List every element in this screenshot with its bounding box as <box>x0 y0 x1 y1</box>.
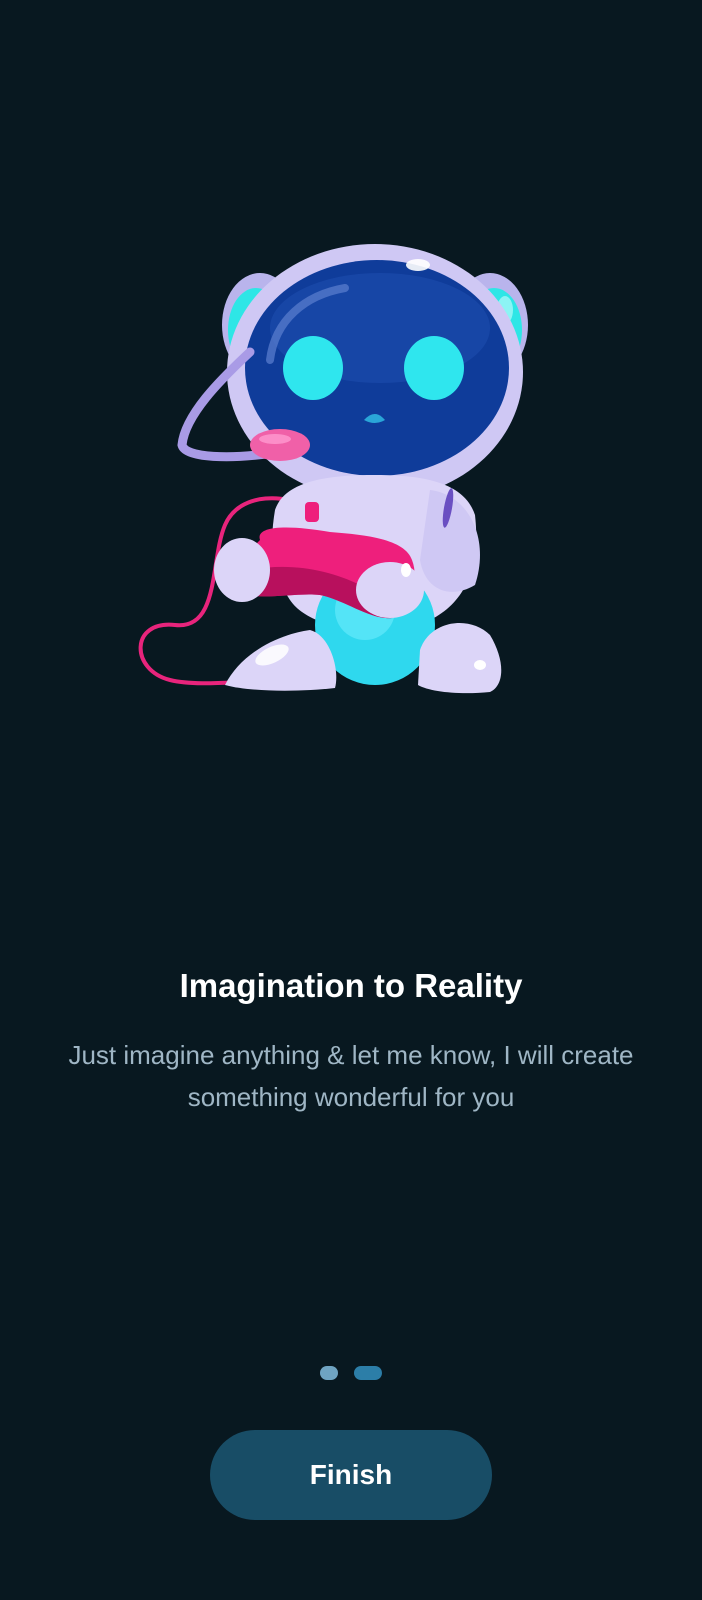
page-dot-1[interactable] <box>320 1366 338 1380</box>
page-indicator <box>320 1366 382 1380</box>
description-line-1: Just imagine anything & let me know, I w… <box>68 1040 634 1070</box>
onboarding-description: Just imagine anything & let me know, I w… <box>0 1034 702 1118</box>
onboarding-screen: Imagination to Reality Just imagine anyt… <box>0 0 702 1600</box>
onboarding-title: Imagination to Reality <box>179 967 523 1004</box>
finish-button[interactable]: Finish <box>210 1430 492 1520</box>
robot-gamer-icon <box>138 244 528 694</box>
page-dot-2-active[interactable] <box>354 1366 382 1380</box>
description-line-2: something wonderful for you <box>187 1082 515 1112</box>
